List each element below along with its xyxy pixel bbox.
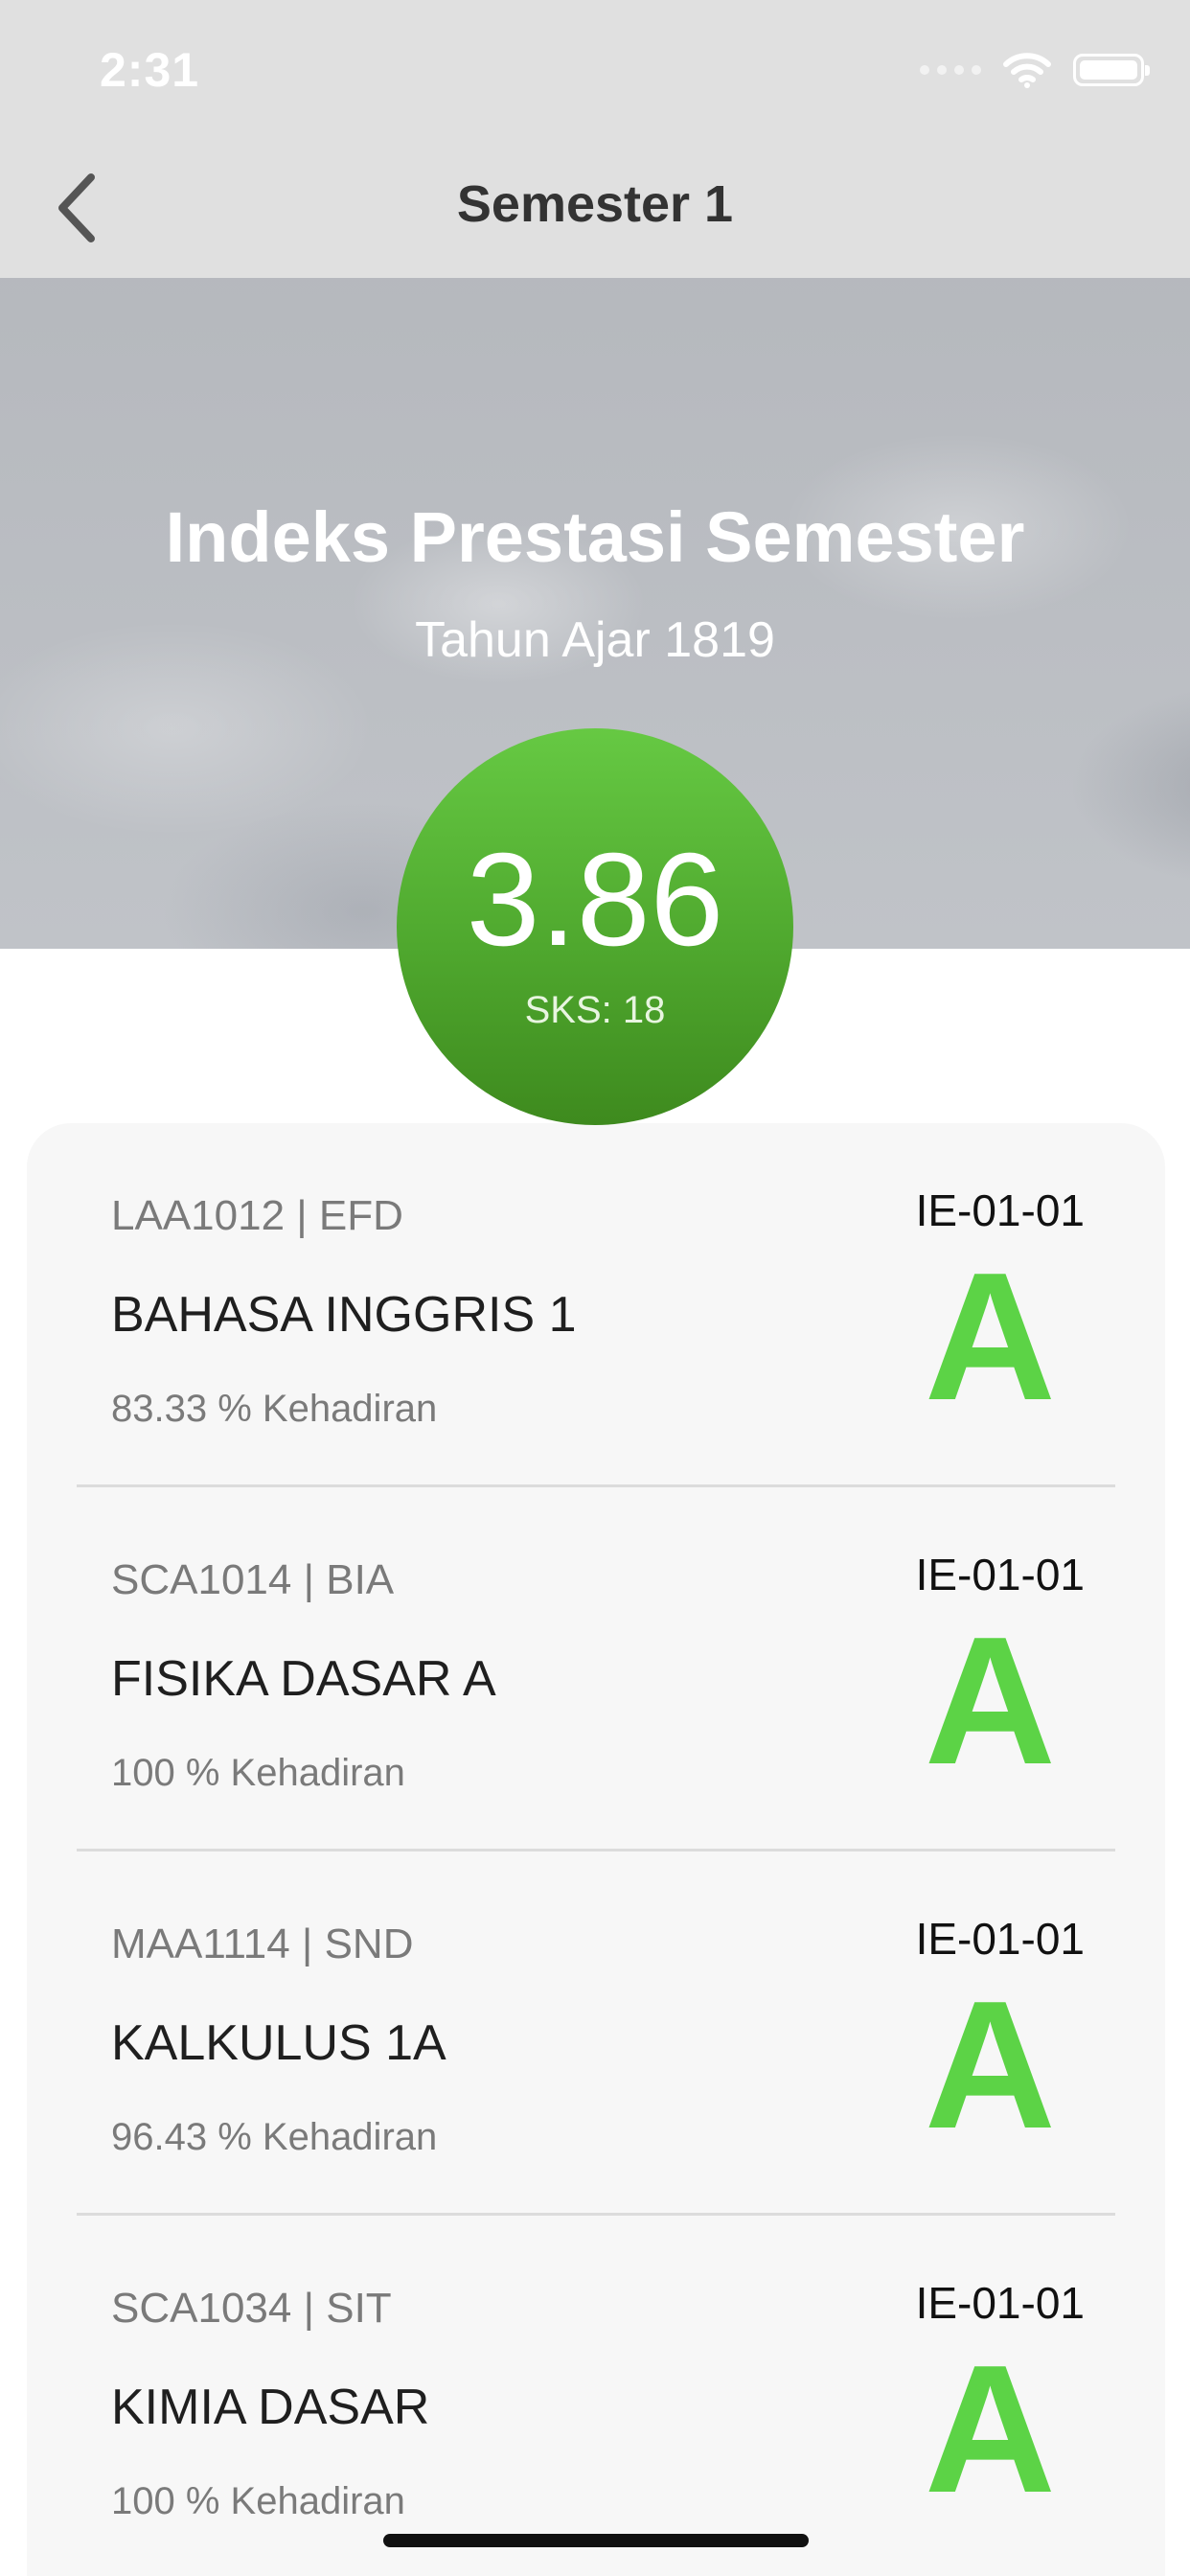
course-item[interactable]: MAA1114 | SND KALKULUS 1A 96.43 % Kehadi… [77, 1852, 1115, 2216]
attendance: 100 % Kehadiran [111, 2480, 405, 2522]
grade: A [924, 1964, 1056, 2167]
class-code: IE-01-01 [915, 2278, 1085, 2328]
course-code: LAA1012 | EFD [111, 1192, 403, 1239]
attendance: 83.33 % Kehadiran [111, 1388, 438, 1430]
hero-title: Indeks Prestasi Semester [165, 497, 1025, 577]
status-time: 2:31 [100, 43, 200, 97]
page-title: Semester 1 [456, 175, 734, 233]
wifi-icon [1003, 53, 1051, 88]
grade: A [924, 2328, 1056, 2531]
attendance: 100 % Kehadiran [111, 1752, 405, 1794]
battery-icon [1073, 54, 1150, 86]
gpa-badge: 3.86 SKS: 18 [397, 728, 793, 1125]
course-item[interactable]: LAA1012 | EFD BAHASA INGGRIS 1 83.33 % K… [77, 1123, 1115, 1487]
course-code: MAA1114 | SND [111, 1920, 414, 1967]
course-item[interactable]: SCA1014 | BIA FISIKA DASAR A 100 % Kehad… [77, 1487, 1115, 1852]
course-code: SCA1034 | SIT [111, 2285, 392, 2332]
academic-year: Tahun Ajar 1819 [415, 612, 775, 668]
course-item[interactable]: SCA1034 | SIT KIMIA DASAR 100 % Kehadira… [77, 2216, 1115, 2576]
class-code: IE-01-01 [915, 1185, 1085, 1235]
course-name: BAHASA INGGRIS 1 [111, 1287, 577, 1343]
grade: A [924, 1599, 1056, 1803]
class-code: IE-01-01 [915, 1914, 1085, 1964]
attendance: 96.43 % Kehadiran [111, 2116, 438, 2158]
navigation-bar: 2:31 Semester 1 [0, 0, 1190, 278]
course-name: KIMIA DASAR [111, 2380, 430, 2435]
status-icons [920, 52, 1150, 88]
signal-icon [920, 65, 981, 75]
screen: 2:31 Semester 1 Indeks Prestasi Semester… [0, 0, 1190, 2576]
grade: A [924, 1235, 1056, 1438]
gpa-value: 3.86 [466, 826, 724, 974]
home-indicator[interactable] [383, 2534, 809, 2547]
sks-total: SKS: 18 [524, 989, 666, 1031]
course-code: SCA1014 | BIA [111, 1556, 395, 1603]
course-name: FISIKA DASAR A [111, 1651, 496, 1707]
course-name: KALKULUS 1A [111, 2015, 446, 2071]
class-code: IE-01-01 [915, 1550, 1085, 1599]
course-list: LAA1012 | EFD BAHASA INGGRIS 1 83.33 % K… [27, 1123, 1165, 2576]
